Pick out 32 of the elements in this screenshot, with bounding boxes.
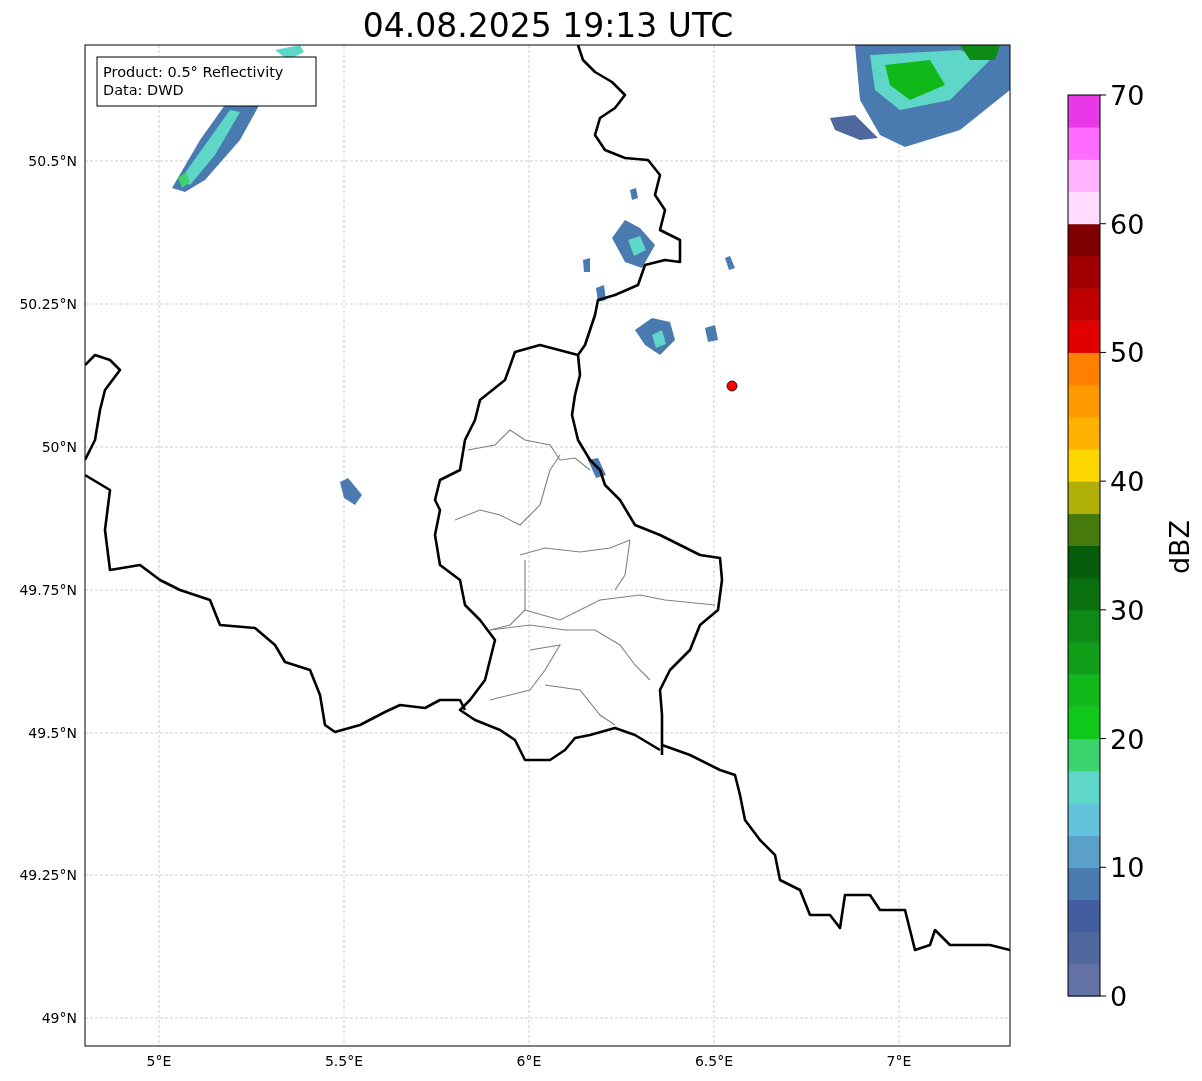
latitude-label: 50.5°N xyxy=(28,153,77,169)
colorbar-tick-label: 70 xyxy=(1110,80,1145,111)
colorbar-tick-label: 0 xyxy=(1110,981,1128,1012)
colorbar-tick-label: 10 xyxy=(1110,852,1145,884)
info-text: Data: DWD xyxy=(103,82,184,98)
colorbar-label: dBZ xyxy=(1164,519,1195,575)
latitude-label: 49°N xyxy=(41,1010,77,1026)
radar-site-marker xyxy=(726,380,738,392)
radar-echo xyxy=(588,458,606,478)
longitude-label: 5°E xyxy=(146,1053,172,1069)
radar-echo xyxy=(725,256,735,270)
colorbar-tick-label: 60 xyxy=(1110,208,1145,240)
longitude-label: 6°E xyxy=(516,1053,542,1069)
latitude-label: 49.5°N xyxy=(28,725,77,741)
latitude-label: 49.25°N xyxy=(19,867,77,883)
radar-echo xyxy=(630,188,638,200)
latitude-label: 49.75°N xyxy=(19,582,77,598)
latitude-label: 50.25°N xyxy=(19,296,77,312)
longitude-label: 5.5°E xyxy=(324,1053,364,1069)
longitude-label: 6.5°E xyxy=(694,1053,734,1069)
colorbar-tick-label: 20 xyxy=(1110,723,1145,755)
colorbar-tick-label: 40 xyxy=(1110,466,1145,498)
radar-echo xyxy=(705,325,718,342)
chart-title: 04.08.2025 19:13 UTC xyxy=(362,6,734,45)
colorbar-tick-label: 30 xyxy=(1110,594,1145,626)
longitude-label: 7°E xyxy=(886,1053,912,1069)
radar-echo xyxy=(340,478,362,505)
radar-echo xyxy=(596,285,606,302)
latitude-label: 50°N xyxy=(41,439,77,455)
radar-echo xyxy=(583,258,590,272)
info-text: Product: 0.5° Reflectivity xyxy=(103,64,284,80)
colorbar-tick-label: 50 xyxy=(1110,337,1145,369)
